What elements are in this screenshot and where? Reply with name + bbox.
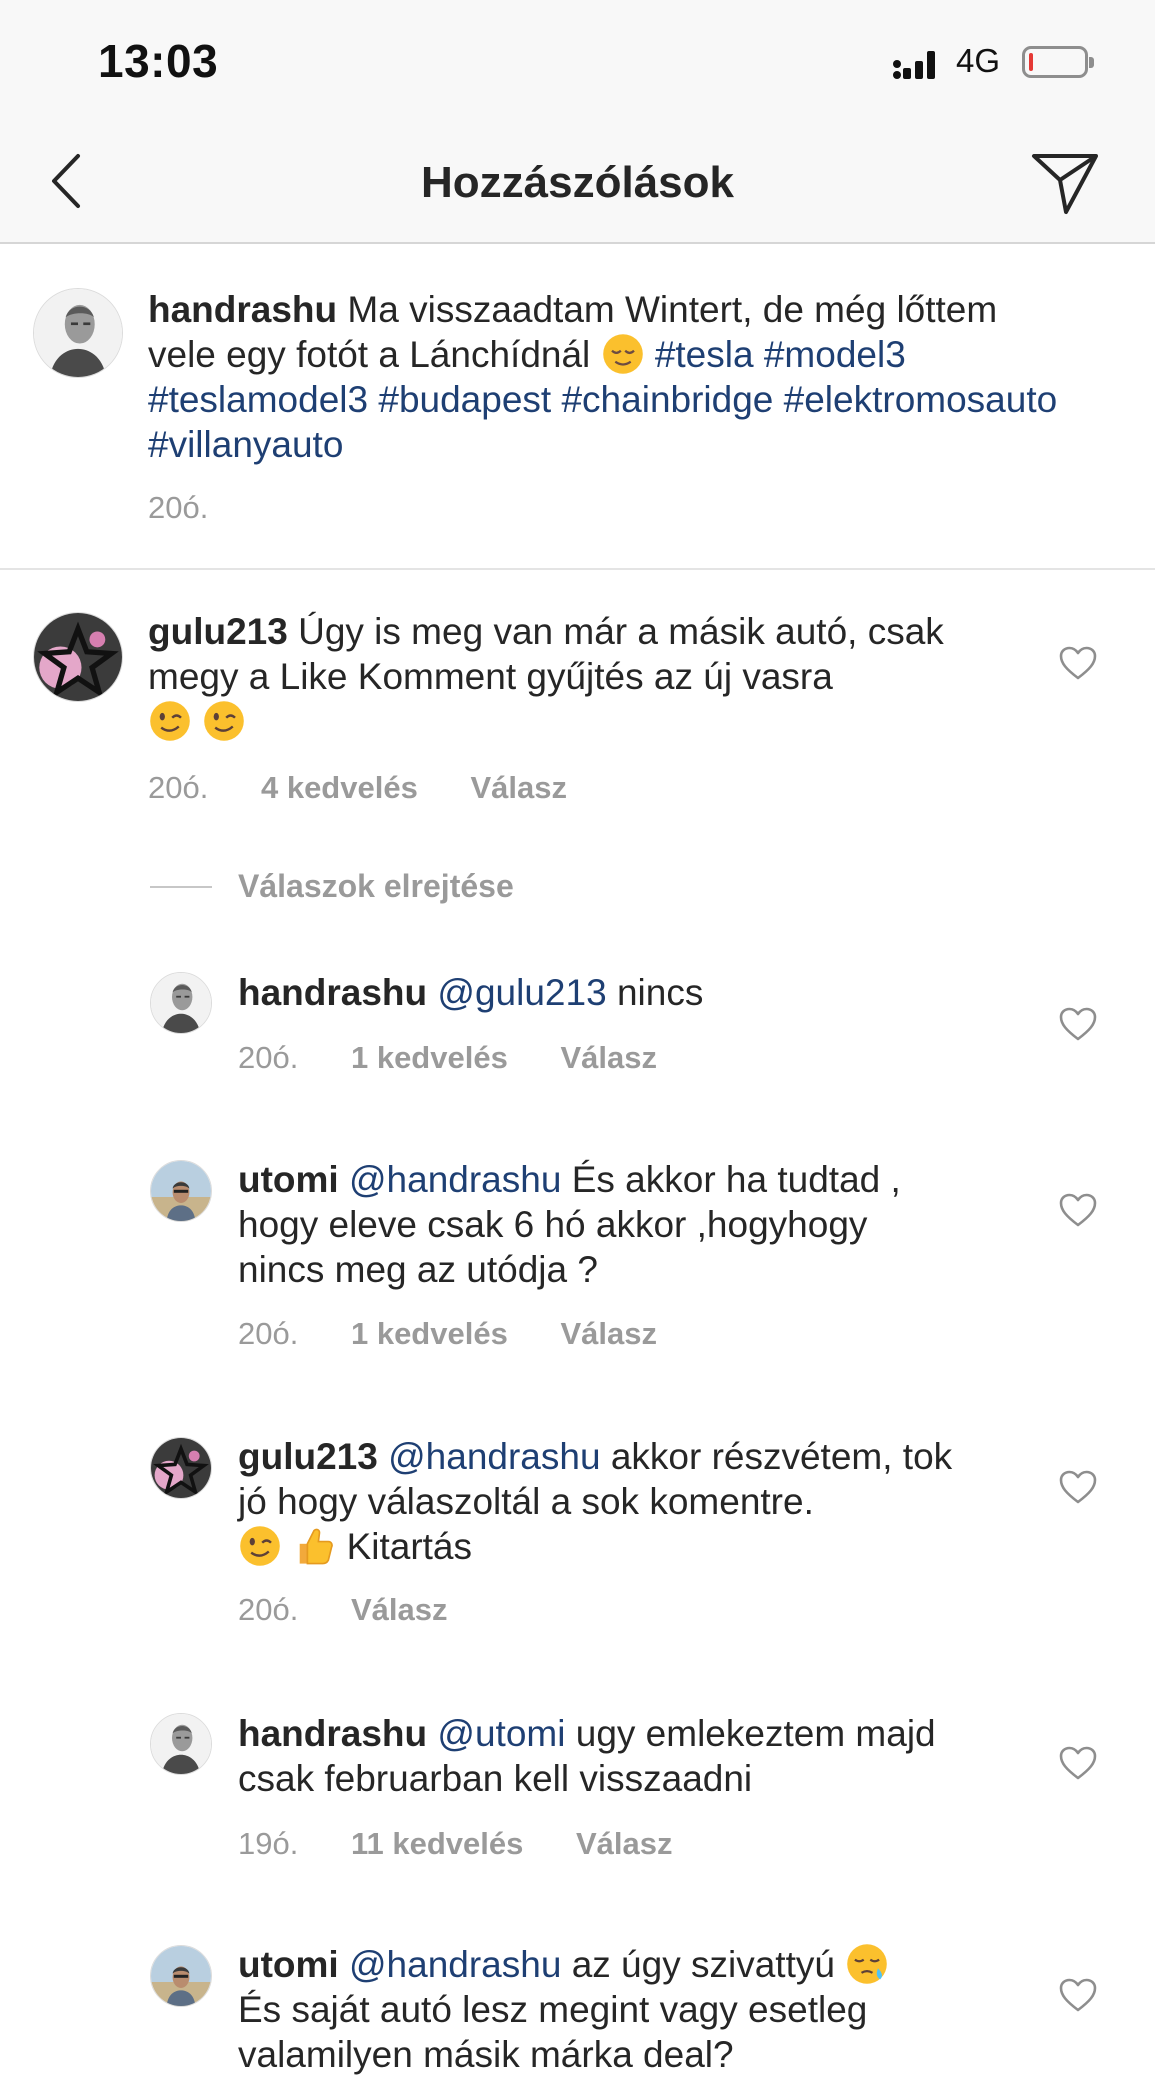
reply-meta: 19ó. 11 kedvelés Válasz — [238, 1826, 717, 1862]
winking-face-emoji — [148, 699, 192, 743]
mention[interactable]: @handrashu — [349, 1944, 561, 1985]
reply-likes[interactable]: 11 kedvelés — [351, 1826, 523, 1861]
reply-time: 20ó. — [238, 1316, 299, 1351]
avatar-handrashu[interactable] — [150, 1713, 212, 1775]
reply-text: utomi @handrashu És akkor ha tudtad , ho… — [238, 1157, 958, 1292]
reply-meta: 20ó. Válasz — [238, 1592, 491, 1628]
reply-meta: 20ó. 1 kedvelés Válasz — [238, 1316, 701, 1352]
heart-outline-icon[interactable] — [1058, 1977, 1098, 2013]
reply-body: nincs — [616, 972, 704, 1013]
avatar-gulu213[interactable] — [33, 612, 123, 702]
reply-meta: 20ó. 1 kedvelés Válasz — [238, 1040, 701, 1076]
relieved-face-emoji — [601, 332, 645, 376]
network-type: 4G — [956, 42, 1001, 79]
caption-time: 20ó. — [148, 490, 209, 525]
avatar-utomi[interactable] — [150, 1160, 212, 1222]
reply-username[interactable]: utomi — [238, 1944, 339, 1985]
hashtag[interactable]: #elektromosauto — [784, 379, 1058, 420]
reply-button[interactable]: Válasz — [470, 770, 567, 805]
sleepy-face-emoji — [845, 1942, 889, 1986]
heart-outline-icon[interactable] — [1058, 645, 1098, 681]
reply-time: 19ó. — [238, 1826, 299, 1861]
reply-text: gulu213 @handrashu akkor részvétem, tok … — [238, 1434, 978, 1569]
hide-replies-button[interactable]: Válaszok elrejtése — [238, 868, 514, 905]
heart-outline-icon[interactable] — [1058, 1745, 1098, 1781]
reply-username[interactable]: handrashu — [238, 972, 427, 1013]
status-bar: 13:03 4G — [0, 0, 1155, 120]
hashtag[interactable]: #model3 — [764, 334, 906, 375]
avatar-handrashu[interactable] — [150, 972, 212, 1034]
comment-username[interactable]: gulu213 — [148, 611, 288, 652]
page-title: Hozzászólások — [421, 158, 734, 207]
reply-likes[interactable]: 1 kedvelés — [351, 1040, 508, 1075]
reply-time: 20ó. — [238, 1592, 299, 1627]
mention[interactable]: @handrashu — [349, 1159, 561, 1200]
reply-button[interactable]: Válasz — [560, 1316, 657, 1351]
heart-outline-icon[interactable] — [1058, 1469, 1098, 1505]
reply-username[interactable]: gulu213 — [238, 1436, 378, 1477]
caption-meta: 20ó. — [148, 490, 252, 526]
comment-likes[interactable]: 4 kedvelés — [261, 770, 418, 805]
avatar-utomi[interactable] — [150, 1945, 212, 2007]
reply-time: 20ó. — [238, 1040, 299, 1075]
signal-strength-icon — [893, 51, 935, 79]
hashtag[interactable]: #budapest — [378, 379, 551, 420]
winking-face-emoji — [238, 1524, 282, 1568]
reply-body-after: És saját autó lesz megint vagy esetleg v… — [238, 1989, 868, 2075]
paper-plane-icon[interactable] — [1030, 150, 1100, 216]
mention[interactable]: @gulu213 — [437, 972, 606, 1013]
heart-outline-icon[interactable] — [1058, 1006, 1098, 1042]
reply-text: handrashu @utomi ugy emlekeztem majd csa… — [238, 1711, 1008, 1801]
reply-body-after: Kitartás — [346, 1526, 472, 1567]
reply-button[interactable]: Válasz — [351, 1592, 448, 1627]
reply-button[interactable]: Válasz — [576, 1826, 673, 1861]
caption-text: handrashu Ma visszaadtam Wintert, de még… — [148, 287, 1058, 467]
mention[interactable]: @handrashu — [388, 1436, 600, 1477]
thumbs-up-emoji — [292, 1524, 336, 1568]
mention[interactable]: @utomi — [437, 1713, 565, 1754]
reply-button[interactable]: Válasz — [560, 1040, 657, 1075]
heart-outline-icon[interactable] — [1058, 1192, 1098, 1228]
navigation-bar: Hozzászólások — [0, 120, 1155, 244]
caption-username[interactable]: handrashu — [148, 289, 337, 330]
reply-likes[interactable]: 1 kedvelés — [351, 1316, 508, 1351]
comment-meta: 20ó. 4 kedvelés Válasz — [148, 770, 611, 806]
avatar-handrashu[interactable] — [33, 288, 123, 378]
hashtag[interactable]: #tesla — [655, 334, 754, 375]
battery-icon — [1022, 46, 1094, 78]
status-time: 13:03 — [98, 35, 219, 87]
reply-text: utomi @handrashu az úgy szivattyú És saj… — [238, 1942, 1018, 2077]
avatar-gulu213[interactable] — [150, 1437, 212, 1499]
divider — [0, 568, 1155, 570]
hashtag[interactable]: #teslamodel3 — [148, 379, 368, 420]
reply-username[interactable]: utomi — [238, 1159, 339, 1200]
comment-text: gulu213 Úgy is meg van már a másik autó,… — [148, 609, 1028, 744]
reply-text: handrashu @gulu213 nincs — [238, 970, 1038, 1015]
reply-username[interactable]: handrashu — [238, 1713, 427, 1754]
comment-time: 20ó. — [148, 770, 209, 805]
hashtag[interactable]: #villanyauto — [148, 424, 343, 465]
hashtag[interactable]: #chainbridge — [561, 379, 773, 420]
winking-face-emoji — [202, 699, 246, 743]
divider — [150, 886, 212, 888]
reply-body: az úgy szivattyú — [571, 1944, 835, 1985]
